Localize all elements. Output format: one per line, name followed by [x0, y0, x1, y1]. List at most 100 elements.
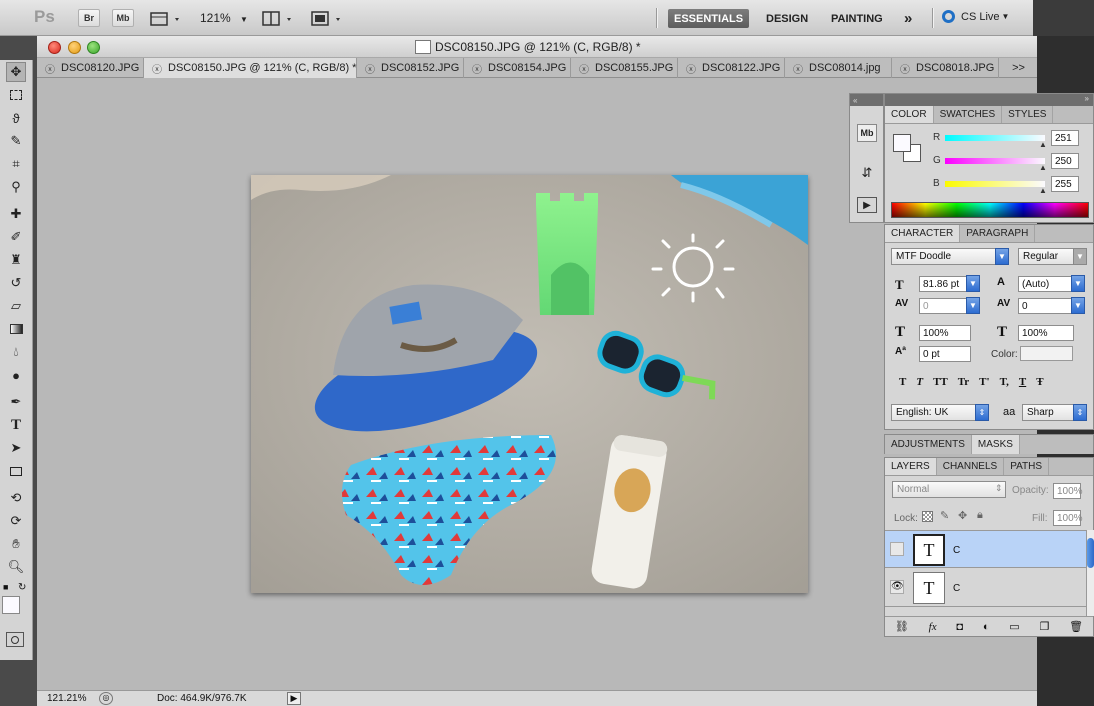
chevron-down-icon[interactable]: ▼: [966, 275, 980, 292]
zoom-window-icon[interactable]: [87, 41, 100, 54]
arrange-documents-button[interactable]: [262, 10, 296, 28]
default-colors-icon[interactable]: ■: [3, 582, 8, 592]
g-value-field[interactable]: 250: [1051, 153, 1079, 169]
3d-rotate-tool-icon[interactable]: ⟲: [6, 488, 26, 508]
minibridge-button[interactable]: Mb: [112, 9, 134, 27]
tab-dsc08122[interactable]: ⓧ DSC08122.JPG: [678, 58, 785, 78]
close-tab-icon[interactable]: ⓧ: [686, 61, 696, 76]
quick-mask-button[interactable]: [6, 632, 24, 647]
swap-colors-icon[interactable]: ↻: [18, 582, 26, 593]
close-tab-icon[interactable]: ⓧ: [579, 61, 589, 76]
kerning-field[interactable]: 0: [919, 298, 967, 314]
font-style-dropdown[interactable]: Regular: [1018, 248, 1078, 265]
new-group-icon[interactable]: ▭: [1009, 620, 1019, 633]
actions-panel-icon[interactable]: ▶: [857, 197, 877, 213]
brush-tool-icon[interactable]: ✐: [6, 227, 26, 247]
link-layers-icon[interactable]: ⛓: [895, 620, 909, 633]
tracking-field[interactable]: 0: [1018, 298, 1074, 314]
lasso-tool-icon[interactable]: ϑ: [6, 108, 26, 128]
healing-brush-tool-icon[interactable]: ✚: [6, 204, 26, 224]
history-panel-icon[interactable]: ⇵: [857, 164, 877, 182]
faux-bold-button[interactable]: T: [899, 376, 906, 388]
tab-paths[interactable]: PATHS: [1004, 458, 1050, 475]
new-layer-icon[interactable]: ❐: [1039, 620, 1049, 633]
tab-dsc08150[interactable]: ⓧ DSC08150.JPG @ 121% (C, RGB/8) *: [144, 58, 357, 78]
tab-dsc08154[interactable]: ⓧ DSC08154.JPG: [464, 58, 571, 78]
eyedropper-tool-icon[interactable]: ⚲: [6, 177, 26, 197]
tab-layers[interactable]: LAYERS: [885, 458, 937, 475]
chevron-down-icon[interactable]: ▼: [966, 297, 980, 314]
color-ramp[interactable]: [891, 202, 1089, 218]
workspace-design[interactable]: DESIGN: [760, 9, 814, 28]
lock-pixels-icon[interactable]: ✎: [940, 509, 949, 522]
history-brush-tool-icon[interactable]: ↺: [6, 273, 26, 293]
crop-tool-icon[interactable]: ⌗: [6, 154, 26, 174]
horizontal-scale-field[interactable]: 100%: [1018, 325, 1074, 341]
document-image[interactable]: [251, 175, 808, 593]
close-tab-icon[interactable]: ⓧ: [45, 61, 55, 76]
gradient-tool-icon[interactable]: [6, 319, 26, 339]
status-zoom[interactable]: 121.21%: [47, 693, 86, 704]
layer-row[interactable]: 👁︎ T C: [885, 569, 1086, 607]
tab-dsc08152[interactable]: ⓧ DSC08152.JPG: [357, 58, 464, 78]
all-caps-button[interactable]: TT: [933, 376, 948, 388]
minimize-window-icon[interactable]: [68, 41, 81, 54]
opacity-field[interactable]: 100%: [1053, 483, 1083, 499]
vertical-scale-field[interactable]: 100%: [919, 325, 971, 341]
status-menu-arrow-icon[interactable]: ▶: [287, 692, 301, 705]
close-tab-icon[interactable]: ⓧ: [793, 61, 803, 76]
tab-channels[interactable]: CHANNELS: [937, 458, 1005, 475]
b-value-field[interactable]: 255: [1051, 176, 1079, 192]
language-dropdown[interactable]: English: UK: [891, 404, 981, 421]
tab-color[interactable]: COLOR: [885, 106, 934, 123]
move-tool-icon[interactable]: ✥: [6, 62, 26, 82]
workspace-essentials[interactable]: ESSENTIALS: [668, 9, 750, 28]
chevron-down-icon[interactable]: ▼: [1073, 248, 1087, 265]
view-extras-button[interactable]: [150, 10, 184, 28]
status-info-icon[interactable]: ◎: [99, 692, 113, 705]
layer-name[interactable]: C: [953, 583, 960, 594]
layer-visibility-toggle[interactable]: [890, 542, 904, 556]
blur-tool-icon[interactable]: 💧︎: [6, 342, 26, 362]
dodge-tool-icon[interactable]: ●: [6, 365, 26, 385]
pen-tool-icon[interactable]: ✒: [6, 392, 26, 412]
path-selection-tool-icon[interactable]: ➤: [6, 438, 26, 458]
g-slider-handle-icon[interactable]: ▲: [1039, 163, 1047, 172]
color-foreground-swatch[interactable]: [893, 134, 911, 152]
tab-adjustments[interactable]: ADJUSTMENTS: [885, 435, 972, 454]
hand-tool-icon[interactable]: ✋︎: [6, 534, 26, 554]
tabs-overflow-button[interactable]: >>: [999, 58, 1036, 78]
more-workspaces-button[interactable]: »: [898, 9, 918, 28]
tab-dsc08155[interactable]: ⓧ DSC08155.JPG: [571, 58, 678, 78]
tab-paragraph[interactable]: PARAGRAPH: [960, 225, 1036, 242]
cs-live-button[interactable]: CS Live ▼: [942, 10, 1009, 23]
tab-dsc08120[interactable]: ⓧ DSC08120.JPG: [37, 58, 144, 78]
trash-icon[interactable]: 🗑︎: [1069, 620, 1083, 633]
layer-name[interactable]: C: [953, 545, 960, 556]
fill-field[interactable]: 100%: [1053, 510, 1083, 526]
clone-stamp-tool-icon[interactable]: ♜: [6, 250, 26, 270]
workspace-painting[interactable]: PAINTING: [825, 9, 889, 28]
small-caps-button[interactable]: Tr: [958, 376, 969, 388]
layer-row-selected[interactable]: T C: [885, 530, 1086, 568]
eraser-tool-icon[interactable]: ▱: [6, 296, 26, 316]
subscript-button[interactable]: T,: [1000, 376, 1009, 388]
tab-character[interactable]: CHARACTER: [885, 225, 961, 242]
3d-orbit-tool-icon[interactable]: ⟳: [6, 511, 26, 531]
close-tab-icon[interactable]: ⓧ: [365, 61, 375, 76]
screen-mode-button[interactable]: [311, 10, 345, 28]
foreground-color-swatch[interactable]: [2, 596, 20, 614]
font-size-field[interactable]: 81.86 pt: [919, 276, 967, 292]
lock-all-icon[interactable]: 🔒︎: [977, 509, 983, 522]
shape-tool-icon[interactable]: [6, 461, 26, 481]
chevron-updown-icon[interactable]: ⇕: [975, 404, 989, 421]
lock-position-icon[interactable]: ✥: [958, 509, 967, 522]
close-window-icon[interactable]: [48, 41, 61, 54]
tab-dsc08014[interactable]: ⓧ DSC08014.jpg: [785, 58, 892, 78]
zoom-level-dropdown[interactable]: 121% ▼: [200, 11, 248, 25]
chevron-down-icon[interactable]: ▼: [1071, 297, 1085, 314]
add-mask-icon[interactable]: ◘: [956, 621, 963, 633]
type-tool-icon[interactable]: T: [6, 415, 26, 435]
underline-button[interactable]: T: [1019, 376, 1026, 388]
lock-transparency-icon[interactable]: [922, 511, 933, 522]
